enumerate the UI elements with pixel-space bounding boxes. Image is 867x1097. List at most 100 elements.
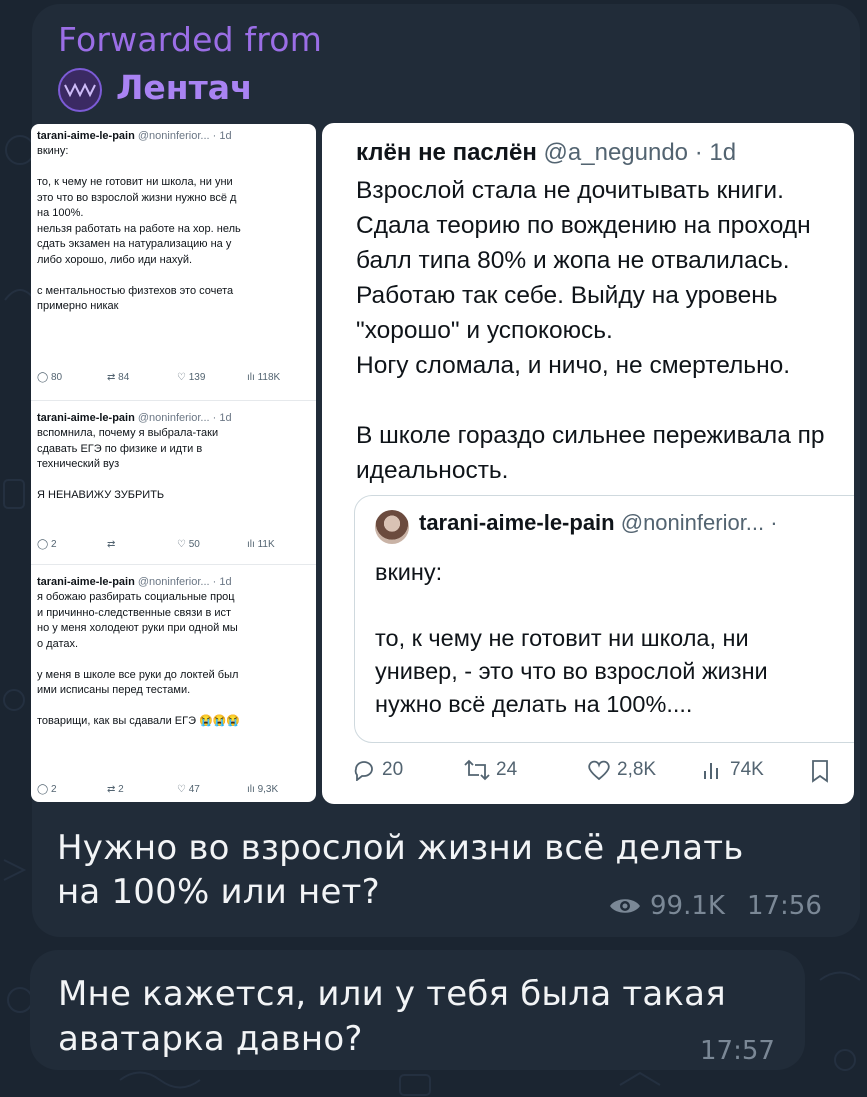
heart-icon: ♡: [177, 539, 186, 550]
tweet-3-author: tarani-aime-le-pain: [37, 576, 135, 588]
quoted-tweet[interactable]: tarani-aime-le-pain @noninferior... · вк…: [354, 495, 854, 743]
tweet-1-retweets[interactable]: ⇄ 84: [107, 372, 177, 383]
tweet-1-line: [37, 160, 316, 176]
tweet-3-line: у меня в школе все руки до локтей был: [37, 668, 239, 681]
forwarded-channel-name[interactable]: Лентач: [116, 68, 253, 107]
main-tweet-line: Взрослой стала не дочитывать книги.: [356, 177, 784, 204]
retweet-icon: ⇄: [107, 372, 116, 383]
quoted-tweet-author: tarani-aime-le-pain: [419, 510, 615, 535]
main-tweet-line: Работаю так себе. Выйду на уровень: [356, 282, 778, 309]
divider: [31, 564, 316, 565]
tweet-3-line: [37, 699, 316, 715]
tweet-3-replies[interactable]: ◯ 2: [37, 784, 107, 795]
main-tweet-line: Сдала теорию по вождению на проходн: [356, 212, 811, 239]
quoted-author-avatar: [375, 510, 409, 544]
tweet-3-line: но у меня холодеют руки при одной мы: [37, 622, 238, 634]
heart-icon: ♡: [177, 784, 186, 795]
tweet-3-line: я обожаю разбирать социальные проц: [37, 591, 235, 603]
tweet-2-line: технический вуз: [37, 458, 120, 470]
quoted-tweet-line: вкину:: [375, 559, 443, 585]
reply-icon: ◯: [37, 372, 49, 383]
tweet-2-views[interactable]: ılı 11K: [247, 539, 275, 550]
heart-icon: ♡: [177, 372, 186, 383]
tweet-1-header: tarani-aime-le-pain @noninferior... · 1d: [37, 130, 316, 142]
tweet-1-line: на 100%.: [37, 207, 84, 219]
reply-message-text: Мне кажется, или у тебя была такая авата…: [58, 972, 726, 1062]
tweet-1-likes[interactable]: ♡ 139: [177, 372, 247, 383]
tweet-3-handle: @noninferior... · 1d: [137, 576, 232, 588]
tweet-2-handle: @noninferior... · 1d: [137, 412, 232, 424]
forwarded-from-label: Forwarded from: [58, 20, 323, 59]
reply-line: Мне кажется, или у тебя была такая: [58, 974, 726, 1014]
main-tweet-line: [356, 383, 825, 418]
reply-icon: ◯: [37, 539, 49, 550]
divider: [31, 400, 316, 401]
quoted-tweet-header: tarani-aime-le-pain @noninferior... ·: [419, 510, 778, 536]
views-icon: ılı: [247, 784, 255, 795]
tweet-2-line: Я НЕНАВИЖУ ЗУБРИТЬ: [37, 489, 165, 501]
tweet-1-line: примерно никак: [37, 300, 119, 312]
main-tweet-retweets[interactable]: 24: [464, 759, 517, 781]
tweet-2-replies[interactable]: ◯ 2: [37, 539, 107, 550]
tweet-1-line: то, к чему не готовит ни школа, ни уни: [37, 176, 233, 188]
tweet-3-line: товарищи, как вы сдавали ЕГЭ 😭😭😭: [37, 715, 241, 727]
views-icon: ılı: [247, 539, 255, 550]
tweet-1-stats: ◯ 80 ⇄ 84 ♡ 139 ılı 118K: [37, 372, 280, 383]
reply-line: аватарка давно?: [58, 1019, 363, 1059]
main-tweet-replies[interactable]: 20: [352, 759, 403, 781]
tweet-1: tarani-aime-le-pain @noninferior... · 1d…: [37, 130, 316, 315]
tweet-2-author: tarani-aime-le-pain: [37, 412, 135, 424]
retweet-icon: ⇄: [107, 784, 116, 795]
tweet-3-line: [37, 652, 316, 668]
main-tweet-handle: @a_negundo · 1d: [543, 139, 737, 166]
reply-icon: [354, 761, 373, 781]
tweet-2-line: [37, 473, 316, 489]
retweet-icon: [464, 759, 490, 781]
main-tweet-header: клён не паслён @a_negundo · 1d: [356, 139, 736, 167]
tweet-2-stats: ◯ 2 ⇄ ♡ 50 ılı 11K: [37, 539, 275, 550]
retweet-icon: ⇄: [107, 539, 116, 550]
tweet-1-line: [37, 268, 316, 284]
tweet-3-line: и причинно-следственные связи в ист: [37, 606, 232, 619]
tweet-3: tarani-aime-le-pain @noninferior... · 1d…: [37, 576, 316, 730]
main-tweet-views[interactable]: 74K: [702, 759, 764, 781]
channel-avatar[interactable]: [58, 68, 102, 112]
tweet-1-replies[interactable]: ◯ 80: [37, 372, 107, 383]
left-screenshot-image[interactable]: tarani-aime-le-pain @noninferior... · 1d…: [31, 124, 316, 802]
tweet-2-line: вспомнила, почему я выбрала-таки: [37, 427, 219, 439]
main-tweet-text: Взрослой стала не дочитывать книги. Сдал…: [356, 173, 825, 488]
tweet-2-line: сдавать ЕГЭ по физике и идти в: [37, 442, 203, 455]
eye-icon: [610, 899, 640, 913]
main-tweet-line: балл типа 80% и жопа не отвалилась.: [356, 247, 790, 274]
caption-line: Нужно во взрослой жизни всё делать: [57, 828, 744, 868]
reply-icon: ◯: [37, 784, 49, 795]
bookmark-icon: [812, 760, 828, 783]
tweet-2-header: tarani-aime-le-pain @noninferior... · 1d: [37, 412, 316, 424]
heart-icon: [588, 760, 610, 781]
quoted-tweet-line: то, к чему не готовит ни школа, ни: [375, 625, 749, 651]
tweet-1-views[interactable]: ılı 118K: [247, 372, 280, 383]
views-icon: [704, 763, 718, 779]
tweet-3-line: ими исписаны перед тестами.: [37, 684, 191, 696]
tweet-3-likes[interactable]: ♡ 47: [177, 784, 247, 795]
tweet-2-retweets[interactable]: ⇄: [107, 539, 177, 550]
tweet-2: tarani-aime-le-pain @noninferior... · 1d…: [37, 412, 316, 504]
tweet-1-line: либо хорошо, либо иди нахуй.: [37, 253, 193, 266]
tweet-1-line: это что во взрослой жизни нужно всё д: [37, 191, 237, 204]
main-tweet-likes[interactable]: 2,8K: [587, 759, 656, 781]
channel-logo-icon: [64, 82, 96, 98]
main-tweet-line: Ногу сломала, и ничо, не смертельно.: [356, 352, 791, 379]
tweet-3-retweets[interactable]: ⇄ 2: [107, 784, 177, 795]
main-tweet-bookmark[interactable]: [810, 759, 830, 783]
tweet-3-views[interactable]: ılı 9,3K: [247, 784, 278, 795]
quoted-tweet-handle: @noninferior... ·: [620, 510, 778, 535]
tweet-1-line: нельзя работать на работе на хор. нель: [37, 222, 241, 235]
tweet-1-line: с ментальностью физтехов это сочета: [37, 284, 234, 297]
tweet-2-likes[interactable]: ♡ 50: [177, 539, 247, 550]
right-screenshot-image[interactable]: клён не паслён @a_negundo · 1d Взрослой …: [322, 123, 854, 804]
message-meta: 99.1K 17:56: [608, 891, 822, 921]
reply-time: 17:57: [700, 1036, 775, 1066]
tweet-1-line: вкину:: [37, 145, 69, 157]
tweet-3-stats: ◯ 2 ⇄ 2 ♡ 47 ılı 9,3K: [37, 784, 278, 795]
main-tweet-line: "хорошо" и успокоюсь.: [356, 317, 613, 344]
